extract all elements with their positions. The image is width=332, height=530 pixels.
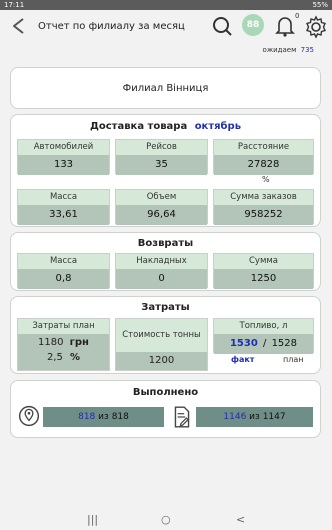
costs-plan-percent-row: 2,5 % xyxy=(18,352,109,363)
delivery-card: Доставка товара октябрь Автомобилей 133 … xyxy=(10,114,321,227)
search-icon[interactable] xyxy=(211,15,233,37)
app-header: Отчет по филиалу за месяц 88 0 xyxy=(0,10,332,44)
returns-mass-label: Масса xyxy=(18,254,109,269)
done-left-sep: из xyxy=(98,412,109,422)
costs-plan-percent: 2,5 xyxy=(46,352,63,363)
done-right-total: 1147 xyxy=(262,412,286,422)
cars-cell: Автомобилей 133 xyxy=(17,139,110,175)
returns-card: Возвраты Масса 0,8 Накладных 0 Сумма 125… xyxy=(10,232,321,291)
returns-title: Возвраты xyxy=(137,238,194,249)
volume-cell: Объем 96,64 xyxy=(115,189,208,225)
mass-cell: Масса 33,61 xyxy=(17,189,110,225)
waiting-label: ожидаем xyxy=(262,46,297,54)
system-back-button[interactable]: < xyxy=(236,513,245,526)
orders-sum-value: 958252 xyxy=(214,205,313,225)
mass-label: Масса xyxy=(18,190,109,205)
ton-cost-value: 1200 xyxy=(116,352,207,370)
volume-label: Объем xyxy=(116,190,207,205)
costs-plan-amount-row: 1180 грн xyxy=(18,337,109,348)
delivery-month: октябрь xyxy=(194,121,242,132)
waiting-count: 735 xyxy=(300,46,314,54)
page-title: Отчет по филиалу за месяц xyxy=(38,21,185,32)
status-time: 17:11 xyxy=(4,1,25,9)
fuel-plan-label: план xyxy=(283,355,304,364)
avatar[interactable]: 88 xyxy=(242,14,264,36)
fuel-cell: Топливо, л 1530 / 1528 xyxy=(213,318,314,354)
done-title: Выполнено xyxy=(132,387,199,398)
returns-sum-value: 1250 xyxy=(214,269,313,289)
gear-icon[interactable] xyxy=(304,15,328,39)
fuel-separator: / xyxy=(263,338,267,349)
home-button[interactable]: ○ xyxy=(161,513,171,526)
volume-value: 96,64 xyxy=(116,205,207,225)
costs-plan-percent-sign: % xyxy=(70,352,81,363)
back-arrow-icon[interactable] xyxy=(9,16,29,36)
returns-mass-value: 0,8 xyxy=(18,269,109,289)
distance-cell: Расстояние 27828 xyxy=(213,139,314,175)
cars-label: Автомобилей xyxy=(18,140,109,155)
delivery-title-text: Доставка товара xyxy=(89,121,188,132)
notifications-badge: 0 xyxy=(295,12,300,20)
costs-plan-cell: Затраты план 1180 грн 2,5 % xyxy=(17,318,110,371)
distance-label: Расстояние xyxy=(214,140,313,155)
done-left-bar: 818 из 818 xyxy=(43,407,164,427)
returns-invoices-value: 0 xyxy=(116,269,207,289)
distance-value: 27828 xyxy=(214,155,313,175)
location-pin-icon[interactable] xyxy=(18,405,40,427)
ton-cost-cell: Стоимость тонны 1200 xyxy=(115,318,208,371)
mass-value: 33,61 xyxy=(18,205,109,225)
done-right-sep: из xyxy=(249,412,260,422)
branch-card[interactable]: Филиал Вінниця xyxy=(10,67,321,109)
done-right-done: 1146 xyxy=(223,412,247,422)
bell-icon[interactable] xyxy=(275,15,295,37)
fuel-values: 1530 / 1528 xyxy=(214,334,313,354)
done-right-bar: 1146 из 1147 xyxy=(196,407,313,427)
cars-value: 133 xyxy=(18,155,109,175)
costs-card: Затраты Затраты план 1180 грн 2,5 % Стои… xyxy=(10,296,321,374)
ton-cost-label: Стоимость тонны xyxy=(116,319,207,352)
delivery-title: Доставка товара октябрь xyxy=(11,121,320,132)
fuel-fact-value: 1530 xyxy=(229,338,258,349)
costs-plan-unit: грн xyxy=(69,337,89,348)
recent-apps-button[interactable]: ||| xyxy=(87,513,98,526)
returns-invoices-cell: Накладных 0 xyxy=(115,253,208,289)
done-left-total: 818 xyxy=(111,412,129,422)
status-bar: 17:11 55% xyxy=(0,0,332,10)
fuel-fact-label: факт xyxy=(231,355,255,364)
trips-label: Рейсов xyxy=(116,140,207,155)
costs-plan-value: 1180 xyxy=(38,337,64,348)
fuel-label: Топливо, л xyxy=(214,319,313,334)
branch-name: Филиал Вінниця xyxy=(122,83,209,94)
fuel-plan-value: 1528 xyxy=(271,338,298,349)
returns-sum-label: Сумма xyxy=(214,254,313,269)
returns-sum-cell: Сумма 1250 xyxy=(213,253,314,289)
returns-mass-cell: Масса 0,8 xyxy=(17,253,110,289)
done-left-done: 818 xyxy=(78,412,96,422)
costs-plan-values: 1180 грн 2,5 % xyxy=(18,334,109,370)
delivery-percent-sign: % xyxy=(262,175,270,184)
trips-value: 35 xyxy=(116,155,207,175)
done-card: Выполнено 818 из 818 1146 из 1147 xyxy=(10,380,321,438)
battery-level: 55% xyxy=(312,1,328,9)
document-edit-icon[interactable] xyxy=(171,405,193,429)
orders-sum-label: Сумма заказов xyxy=(214,190,313,205)
orders-sum-cell: Сумма заказов 958252 xyxy=(213,189,314,225)
waiting-counter: ожидаем 735 xyxy=(263,46,314,54)
trips-cell: Рейсов 35 xyxy=(115,139,208,175)
system-nav-bar: ||| ○ < xyxy=(0,510,332,530)
costs-title: Затраты xyxy=(141,302,190,313)
returns-invoices-label: Накладных xyxy=(116,254,207,269)
costs-plan-label: Затраты план xyxy=(18,319,109,334)
